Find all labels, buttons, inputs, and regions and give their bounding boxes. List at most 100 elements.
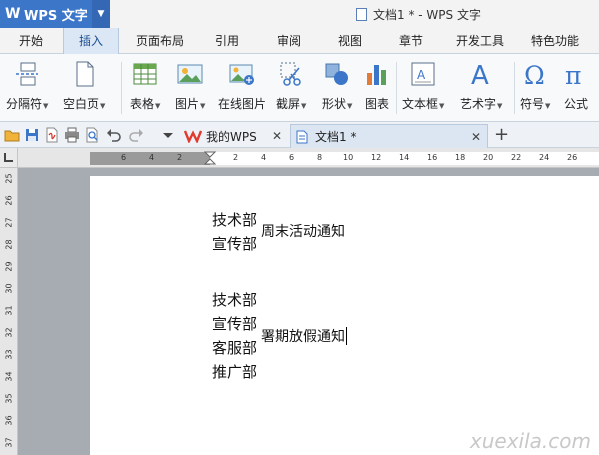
notice-text: 署期放假通知 — [261, 329, 345, 345]
omega-icon: Ω — [521, 60, 549, 90]
chart-label: 图表 — [364, 97, 389, 111]
vertical-ruler[interactable]: 25 26 27 28 29 30 31 32 33 34 35 36 37 — [0, 168, 18, 455]
ribbon-divider — [396, 62, 397, 114]
watermark: xuexila.com — [469, 429, 591, 453]
ruler-tick-label: 35 — [4, 393, 14, 404]
online-picture-button[interactable]: 在线图片 — [218, 60, 266, 116]
close-icon[interactable]: ✕ — [471, 130, 481, 144]
blank-page-button[interactable]: 空白页▼ — [63, 60, 105, 116]
tab-developer[interactable]: 开发工具 — [448, 28, 512, 54]
ruler-tick-label: 32 — [4, 327, 14, 338]
document-icon — [356, 8, 367, 21]
ruler-tick-label: 8 — [317, 153, 323, 162]
ruler-tick-label: 26 — [4, 195, 14, 206]
save-icon[interactable] — [24, 127, 40, 143]
tab-references[interactable]: 引用 — [205, 28, 249, 54]
symbol-label: 符号 — [520, 97, 545, 111]
tab-page-layout[interactable]: 页面布局 — [128, 28, 192, 54]
wps-logo-icon: W — [5, 6, 21, 22]
pdf-export-icon[interactable] — [44, 127, 60, 143]
ruler-tick-label: 33 — [4, 349, 14, 360]
symbol-button[interactable]: Ω 符号▼ — [520, 60, 550, 116]
tab-section[interactable]: 章节 — [389, 28, 433, 54]
shapes-icon — [323, 60, 351, 88]
text-cursor — [346, 327, 347, 345]
ruler-tick-label: 6 — [289, 153, 295, 162]
customize-chevron-icon[interactable] — [160, 127, 176, 143]
dept-text: 技术部 — [212, 211, 258, 229]
wordart-icon: A — [467, 60, 495, 91]
textbox-icon: A — [409, 60, 437, 88]
print-preview-icon[interactable] — [84, 127, 100, 143]
ribbon-toolbar: 分隔符▼ 空白页▼ 表格▼ 图片▼ 在线图片 截屏▼ 形状▼ 图表 A 文本框▼… — [0, 54, 599, 122]
tab-stop-selector[interactable] — [0, 148, 18, 168]
ruler-tick-label: 16 — [427, 153, 438, 162]
ruler-tick-label: 2 — [233, 153, 239, 162]
table-button[interactable]: 表格▼ — [130, 60, 160, 116]
indent-marker-icon[interactable] — [204, 151, 216, 166]
ribbon-divider — [121, 62, 122, 114]
print-icon[interactable] — [64, 127, 80, 143]
textbox-button[interactable]: A 文本框▼ — [402, 60, 444, 116]
ruler-tick-label: 27 — [4, 217, 14, 228]
dept-text: 推广部 — [212, 363, 258, 381]
svg-text:A: A — [417, 68, 426, 82]
picture-icon — [176, 60, 204, 88]
picture-button[interactable]: 图片▼ — [175, 60, 205, 116]
redo-icon[interactable] — [128, 127, 144, 143]
ruler-tick-label: 2 — [177, 153, 183, 162]
document-workspace: 技术部 宣传部 周末活动通知 技术部 宣传部 客服部 推广部 署期放假通知 xu… — [18, 168, 599, 455]
tab-document-1-label: 文档1 * — [315, 130, 357, 144]
screenshot-button[interactable]: 截屏▼ — [276, 60, 306, 116]
ruler-tick-label: 4 — [149, 153, 155, 162]
title-bar: W WPS 文字 ▼ 文档1 * - WPS 文字 — [0, 0, 599, 28]
tab-review[interactable]: 审阅 — [267, 28, 311, 54]
tab-insert[interactable]: 插入 — [63, 28, 119, 54]
ruler-tick-label: 20 — [483, 153, 494, 162]
open-folder-icon[interactable] — [4, 127, 20, 143]
shape-label: 形状 — [322, 97, 347, 111]
wordart-button[interactable]: A 艺术字▼ — [460, 60, 502, 116]
picture-label: 图片 — [175, 97, 200, 111]
tab-features[interactable]: 特色功能 — [522, 28, 588, 54]
blank-page-label: 空白页 — [63, 97, 100, 111]
window-title: 文档1 * - WPS 文字 — [356, 6, 481, 23]
textbox-label: 文本框 — [402, 97, 439, 111]
left-tab-icon — [4, 153, 13, 162]
tab-my-wps[interactable]: 我的WPS ✕ — [184, 124, 288, 148]
ruler-tick-label: 14 — [399, 153, 410, 162]
scissors-icon — [277, 60, 305, 88]
tab-home[interactable]: 开始 — [6, 28, 56, 54]
new-tab-plus-icon[interactable]: + — [494, 125, 509, 145]
chevron-down-icon[interactable]: ▼ — [92, 0, 110, 28]
notice-text: 周末活动通知 — [261, 224, 345, 240]
app-menu-button[interactable]: W WPS 文字 ▼ — [0, 0, 110, 28]
wps-logo-icon — [184, 130, 202, 143]
formula-label: 公式 — [563, 97, 588, 111]
page-break-button[interactable]: 分隔符▼ — [6, 60, 48, 116]
document-page[interactable]: 技术部 宣传部 周末活动通知 技术部 宣传部 客服部 推广部 署期放假通知 xu… — [90, 176, 599, 455]
ruler-tick-label: 37 — [4, 437, 14, 448]
pi-icon: π — [562, 60, 590, 90]
shape-button[interactable]: 形状▼ — [322, 60, 352, 116]
chart-button[interactable]: 图表 — [363, 60, 391, 116]
table-icon — [131, 60, 159, 88]
ruler-tick-label: 4 — [261, 153, 267, 162]
svg-text:π: π — [565, 61, 581, 88]
ruler-tick-label: 22 — [511, 153, 522, 162]
ruler-tick-label: 36 — [4, 415, 14, 426]
ruler-tick-label: 24 — [539, 153, 550, 162]
ruler-tick-label: 34 — [4, 371, 14, 382]
undo-icon[interactable] — [106, 127, 122, 143]
online-picture-icon — [228, 60, 256, 88]
quick-access-bar: 我的WPS ✕ 文档1 * ✕ + — [0, 122, 599, 148]
tab-view[interactable]: 视图 — [328, 28, 372, 54]
close-icon[interactable]: ✕ — [272, 129, 282, 143]
formula-button[interactable]: π 公式 — [562, 60, 590, 116]
horizontal-ruler[interactable]: 6 4 2 2 4 6 8 10 12 14 16 18 20 22 24 26 — [18, 148, 599, 168]
dept-text: 宣传部 — [212, 315, 258, 333]
ruler-tick-label: 25 — [4, 173, 14, 184]
dept-text: 宣传部 — [212, 235, 258, 253]
ruler-tick-label: 10 — [343, 153, 354, 162]
tab-document-1[interactable]: 文档1 * ✕ — [290, 124, 488, 148]
